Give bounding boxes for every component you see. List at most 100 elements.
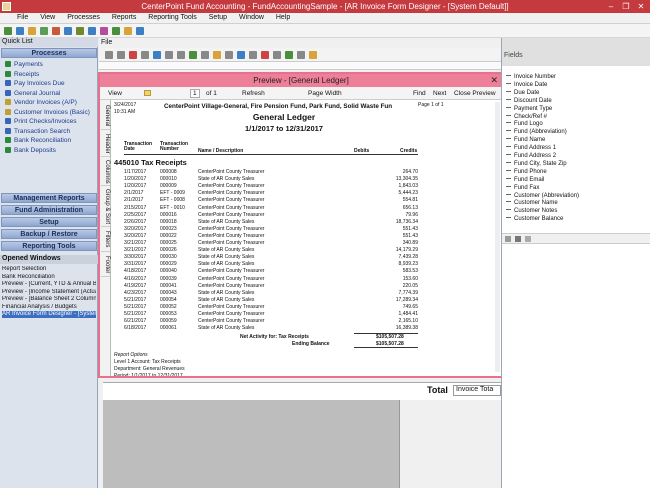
- menu-view[interactable]: View: [35, 13, 60, 21]
- opened-window-item[interactable]: Preview - [Balance Sheet 2 Columns]: [2, 296, 96, 303]
- opened-window-item[interactable]: AR Invoice Form Designer - [System: [2, 311, 96, 318]
- bank-toolbar-icon[interactable]: [76, 27, 84, 35]
- process-item[interactable]: General Journal: [5, 89, 60, 99]
- field-item[interactable]: Due Date: [506, 90, 539, 97]
- field-item[interactable]: Customer Name: [506, 200, 558, 207]
- designer-tool-icon[interactable]: [249, 51, 257, 59]
- process-item[interactable]: Bank Deposits: [5, 146, 56, 156]
- designer-tool-icon[interactable]: [309, 51, 317, 59]
- designer-tool-icon[interactable]: [213, 51, 221, 59]
- process-item[interactable]: Vendor Invoices (A/P): [5, 99, 77, 108]
- invoice-total-field[interactable]: Invoice Tota: [453, 385, 501, 396]
- total-label[interactable]: Total: [427, 385, 448, 395]
- designer-tool-icon[interactable]: [129, 51, 137, 59]
- journal-toolbar-icon[interactable]: [40, 27, 48, 35]
- field-item[interactable]: Customer Notes: [506, 208, 557, 215]
- designer-tool-icon[interactable]: [285, 51, 293, 59]
- field-item[interactable]: Fund Name: [506, 137, 545, 144]
- process-item[interactable]: Transaction Search: [5, 127, 70, 137]
- process-item[interactable]: Pay Invoices Due: [5, 80, 65, 89]
- field-item[interactable]: Fund (Abbreviation): [506, 129, 567, 136]
- field-item[interactable]: Check/Ref #: [506, 114, 547, 121]
- designer-tool-icon[interactable]: [189, 51, 197, 59]
- designer-tool-icon[interactable]: [153, 51, 161, 59]
- fund-administration-section[interactable]: Fund Administration: [1, 205, 97, 215]
- process-item[interactable]: Customer Invoices (Basic): [5, 108, 90, 118]
- preview-close-icon[interactable]: ✕: [490, 74, 498, 87]
- reporting-tools-section[interactable]: Reporting Tools: [1, 241, 97, 251]
- close-preview-button[interactable]: Close Preview: [454, 90, 496, 97]
- tab-header[interactable]: Header: [101, 131, 110, 157]
- close-button[interactable]: ✕: [634, 1, 648, 12]
- menu-reports[interactable]: Reports: [107, 13, 142, 21]
- designer-tool-icon[interactable]: [177, 51, 185, 59]
- process-item[interactable]: Bank Reconciliation: [5, 137, 71, 146]
- menu-file[interactable]: File: [12, 13, 33, 21]
- management-reports-section[interactable]: Management Reports: [1, 193, 97, 203]
- help-toolbar-icon[interactable]: [136, 27, 144, 35]
- designer-tool-icon[interactable]: [297, 51, 305, 59]
- opened-window-item[interactable]: Financial Analysis / Budgets: [2, 304, 96, 311]
- setup-toolbar-icon[interactable]: [124, 27, 132, 35]
- opened-window-item[interactable]: Report Selection: [2, 266, 96, 273]
- alphabetical-sort-icon[interactable]: [515, 236, 521, 242]
- tab-filters[interactable]: Filters: [101, 228, 110, 252]
- categorized-icon[interactable]: [505, 236, 511, 242]
- menu-processes[interactable]: Processes: [62, 13, 105, 21]
- tab-general[interactable]: General: [101, 102, 110, 130]
- tab-columns[interactable]: Columns: [101, 158, 110, 186]
- field-item[interactable]: Discount Date: [506, 98, 552, 105]
- property-pages-icon[interactable]: [525, 236, 531, 242]
- field-item[interactable]: Invoice Date: [506, 82, 547, 89]
- opened-window-item[interactable]: Preview - [Current, YTD & Annual Bu: [2, 281, 96, 288]
- find-button[interactable]: Find: [413, 90, 426, 97]
- restore-button[interactable]: ❐: [619, 1, 633, 12]
- designer-tool-icon[interactable]: [225, 51, 233, 59]
- next-button[interactable]: Next: [433, 90, 446, 97]
- preview-scrollbar[interactable]: [495, 102, 500, 372]
- process-item[interactable]: Print Checks/Invoices: [5, 118, 77, 127]
- checks-toolbar-icon[interactable]: [52, 27, 60, 35]
- menu-setup[interactable]: Setup: [204, 13, 232, 21]
- deposit-toolbar-icon[interactable]: [88, 27, 96, 35]
- reports-toolbar-icon[interactable]: [100, 27, 108, 35]
- designer-tool-icon[interactable]: [261, 51, 269, 59]
- page-width-dropdown[interactable]: Page Width: [308, 90, 342, 97]
- field-item[interactable]: Payment Type: [506, 106, 552, 113]
- designer-tool-icon[interactable]: [237, 51, 245, 59]
- designer-tool-icon[interactable]: [141, 51, 149, 59]
- payments-toolbar-icon[interactable]: [4, 27, 12, 35]
- opened-window-item[interactable]: Bank Reconciliation: [2, 274, 96, 281]
- designer-tool-icon[interactable]: [201, 51, 209, 59]
- field-item[interactable]: Fund Logo: [506, 121, 543, 128]
- field-item[interactable]: Fund Fax: [506, 185, 539, 192]
- setup-section[interactable]: Setup: [1, 217, 97, 227]
- backup-restore-section[interactable]: Backup / Restore: [1, 229, 97, 239]
- menu-reporting-tools[interactable]: Reporting Tools: [143, 13, 202, 21]
- designer-tool-icon[interactable]: [273, 51, 281, 59]
- receipts-toolbar-icon[interactable]: [16, 27, 24, 35]
- designer-tool-icon[interactable]: [165, 51, 173, 59]
- field-item[interactable]: Fund Phone: [506, 169, 547, 176]
- process-item[interactable]: Payments: [5, 61, 43, 70]
- field-item[interactable]: Fund Address 2: [506, 153, 556, 160]
- processes-section-header[interactable]: Processes: [1, 48, 97, 58]
- invoices-toolbar-icon[interactable]: [28, 27, 36, 35]
- tab-group-sort[interactable]: Group & Sort: [101, 187, 110, 227]
- budget-toolbar-icon[interactable]: [112, 27, 120, 35]
- folder-icon[interactable]: [144, 90, 151, 96]
- minimize-button[interactable]: –: [604, 1, 618, 12]
- field-item[interactable]: Invoice Number: [506, 74, 556, 81]
- field-item[interactable]: Fund Address 1: [506, 145, 556, 152]
- field-item[interactable]: Customer Balance: [506, 216, 563, 223]
- page-number-input[interactable]: 1: [190, 89, 200, 98]
- menu-app-icon[interactable]: [0, 18, 10, 19]
- field-item[interactable]: Customer (Abbreviation): [506, 193, 579, 200]
- field-item[interactable]: Fund Email: [506, 177, 544, 184]
- opened-window-item[interactable]: Preview - [Income Statement (Actual: [2, 289, 96, 296]
- tab-footer[interactable]: Footer: [101, 253, 110, 277]
- menu-help[interactable]: Help: [271, 13, 295, 21]
- menu-window[interactable]: Window: [234, 13, 269, 21]
- designer-tool-icon[interactable]: [117, 51, 125, 59]
- field-item[interactable]: Fund City, State Zip: [506, 161, 567, 168]
